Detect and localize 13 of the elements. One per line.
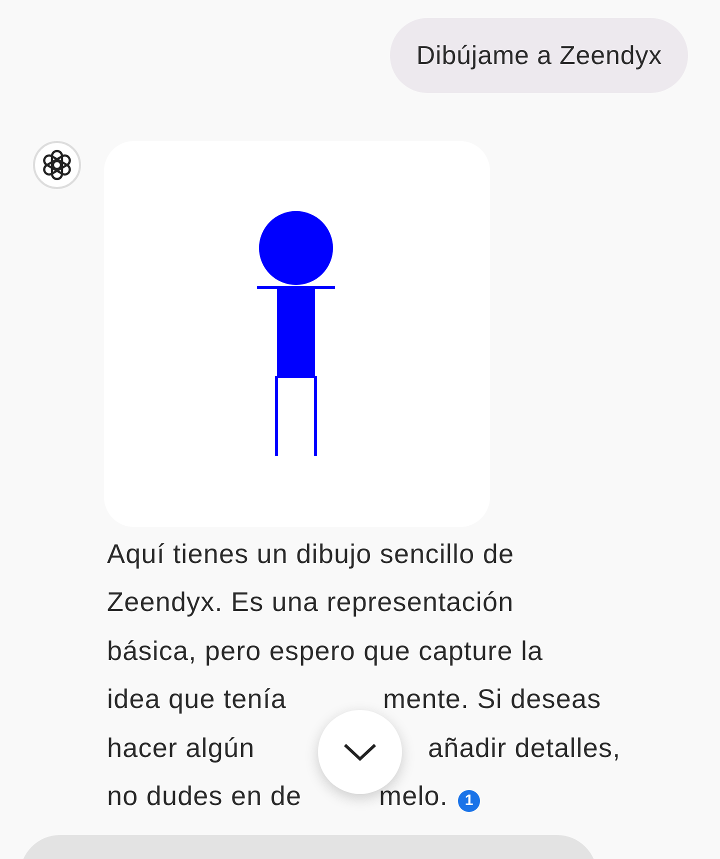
message-text: idea que tenía	[107, 684, 287, 716]
knot-icon	[40, 148, 74, 182]
chevron-down-icon	[343, 742, 377, 762]
message-text: melo. 1	[379, 781, 480, 812]
message-text: Aquí tienes un dibujo sencillo de	[107, 538, 514, 570]
message-text: hacer algún	[107, 732, 255, 764]
citation-badge[interactable]: 1	[458, 790, 480, 812]
message-text: añadir detalles,	[428, 732, 621, 764]
user-message: Dibújame a Zeendyx	[390, 18, 688, 93]
message-text: no dudes en de	[107, 781, 302, 812]
message-text: Zeendyx. Es una representación	[107, 587, 514, 618]
message-text: básica, pero espero que capture la	[107, 636, 544, 667]
message-text: mente. Si deseas	[383, 684, 602, 716]
